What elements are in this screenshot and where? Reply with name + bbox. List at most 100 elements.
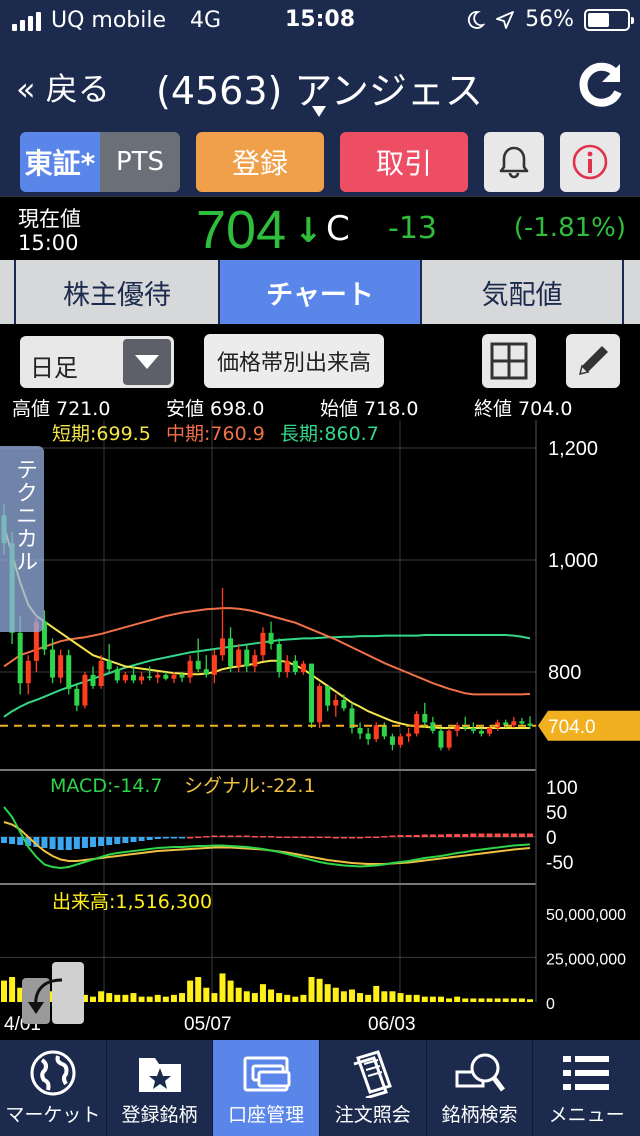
candle-body xyxy=(106,660,112,670)
interval-select[interactable]: 日足 xyxy=(20,336,174,388)
interval-value: 日足 xyxy=(30,354,78,382)
bottom-tab-menu[interactable]: メニュー xyxy=(533,1040,640,1136)
volume-bar xyxy=(106,993,113,1002)
volume-bar xyxy=(300,994,307,1002)
volume-bar xyxy=(437,996,444,1002)
close-flag: C xyxy=(326,209,350,249)
volume-bar xyxy=(114,994,121,1002)
volume-bar xyxy=(154,994,161,1002)
candle-body xyxy=(114,669,120,681)
layout-button[interactable] xyxy=(482,334,536,388)
date-axis-label: 05/07 xyxy=(184,1014,232,1035)
macd-histogram-bar xyxy=(324,836,331,838)
candle-body xyxy=(58,655,64,678)
toolbar: 東証* PTS 登録 取引 xyxy=(0,128,640,196)
bottom-tab-watchlist-label: 登録銘柄 xyxy=(121,1104,198,1126)
macd-histogram-bar xyxy=(170,837,177,839)
price-axis-label: 1,000 xyxy=(548,550,598,572)
price-chart[interactable]: 704.0 1,200 1,000 800 短期:699.5 中期:760.9 長期:860… xyxy=(0,420,640,1040)
candle-body xyxy=(519,721,525,724)
macd-histogram-bar xyxy=(462,834,469,837)
candle-body xyxy=(381,725,387,737)
macd-histogram-bar xyxy=(348,837,355,839)
volume-bar xyxy=(268,989,275,1002)
trade-button[interactable]: 取引 xyxy=(340,132,468,192)
candle-body xyxy=(171,674,177,679)
volume-bar xyxy=(494,998,501,1002)
market-pts-button[interactable]: PTS xyxy=(100,132,180,192)
current-price-label: 現在値 xyxy=(18,207,81,231)
tab-previous-edge[interactable] xyxy=(0,260,16,324)
candle-body xyxy=(292,660,298,672)
macd-histogram-bar xyxy=(413,835,420,837)
macd-axis-label: 50 xyxy=(546,803,567,824)
macd-histogram-bar xyxy=(470,833,477,837)
bottom-tab-watchlist[interactable]: 登録銘柄 xyxy=(107,1040,214,1136)
volume-profile-button[interactable]: 価格帯別出来高 xyxy=(204,334,384,388)
volume-bar xyxy=(316,978,323,1002)
macd-histogram-bar xyxy=(454,834,461,837)
price-change-percent: (-1.81%) xyxy=(513,213,626,243)
draw-button[interactable] xyxy=(566,334,620,388)
tab-bar: 株主優待 チャート 気配値 xyxy=(0,260,640,324)
bottom-tab-orders-label: 注文照会 xyxy=(334,1104,411,1126)
candle-body xyxy=(252,655,258,667)
volume-axis-label: 0 xyxy=(546,996,555,1013)
bottom-tab-market[interactable]: マーケット xyxy=(0,1040,107,1136)
candle-body xyxy=(276,644,282,672)
macd-histogram-bar xyxy=(122,837,129,843)
refresh-icon[interactable] xyxy=(576,60,626,110)
volume-bar xyxy=(357,993,364,1002)
candle-body xyxy=(17,632,23,684)
volume-axis-label: 50,000,000 xyxy=(546,907,626,924)
chevron-down-icon xyxy=(123,339,171,385)
alert-button[interactable] xyxy=(484,132,544,192)
candle-body xyxy=(478,730,484,734)
candle-body xyxy=(317,686,323,723)
macd-histogram-bar xyxy=(389,835,396,837)
macd-histogram-bar xyxy=(65,837,72,850)
candle-body xyxy=(25,660,31,684)
macd-histogram-bar xyxy=(227,835,234,837)
candle-body xyxy=(187,660,193,678)
tab-chart[interactable]: チャート xyxy=(220,260,422,324)
macd-histogram-bar xyxy=(527,833,533,837)
bottom-tab-orders[interactable]: 注文照会 xyxy=(320,1040,427,1136)
tab-next-edge[interactable] xyxy=(624,260,640,324)
macd-axis-label: -50 xyxy=(546,853,573,874)
macd-histogram-bar xyxy=(81,837,88,848)
technical-panel-tab[interactable]: テクニカル xyxy=(0,446,44,632)
bottom-tab-account-label: 口座管理 xyxy=(228,1104,305,1126)
volume-bar xyxy=(308,977,315,1002)
title-dropdown-icon[interactable] xyxy=(312,106,326,117)
market-tse-button[interactable]: 東証* xyxy=(20,132,100,192)
bottom-tab-account[interactable]: 口座管理 xyxy=(213,1040,320,1136)
macd-histogram-bar xyxy=(203,836,210,838)
macd-axis-label: 0 xyxy=(546,828,557,849)
info-button[interactable] xyxy=(560,132,620,192)
macd-histogram-bar xyxy=(195,836,202,838)
candle-body xyxy=(163,674,169,679)
back-button[interactable]: « 戻る xyxy=(16,64,110,110)
open-value: 始値 718.0 xyxy=(320,398,419,420)
tab-order-book[interactable]: 気配値 xyxy=(422,260,624,324)
tab-shareholder-benefits[interactable]: 株主優待 xyxy=(16,260,220,324)
volume-bar xyxy=(389,991,396,1002)
bottom-tab-search[interactable]: 銘柄検索 xyxy=(427,1040,534,1136)
volume-bar xyxy=(502,998,509,1002)
candle-body xyxy=(527,723,533,726)
volume-bar xyxy=(324,984,331,1002)
register-button[interactable]: 登録 xyxy=(196,132,324,192)
volume-bar xyxy=(179,993,186,1002)
candle-body xyxy=(357,728,363,734)
volume-bar xyxy=(381,991,388,1002)
volume-bar xyxy=(413,994,420,1002)
chart-back-button[interactable] xyxy=(22,962,84,1024)
volume-bar xyxy=(284,994,291,1002)
macd-histogram-bar xyxy=(114,837,121,844)
macd-legend: MACD:-14.7 xyxy=(50,775,163,797)
document-icon xyxy=(353,1050,392,1098)
volume-bar xyxy=(259,984,266,1002)
candle-body xyxy=(203,669,209,675)
volume-bar xyxy=(203,987,210,1002)
